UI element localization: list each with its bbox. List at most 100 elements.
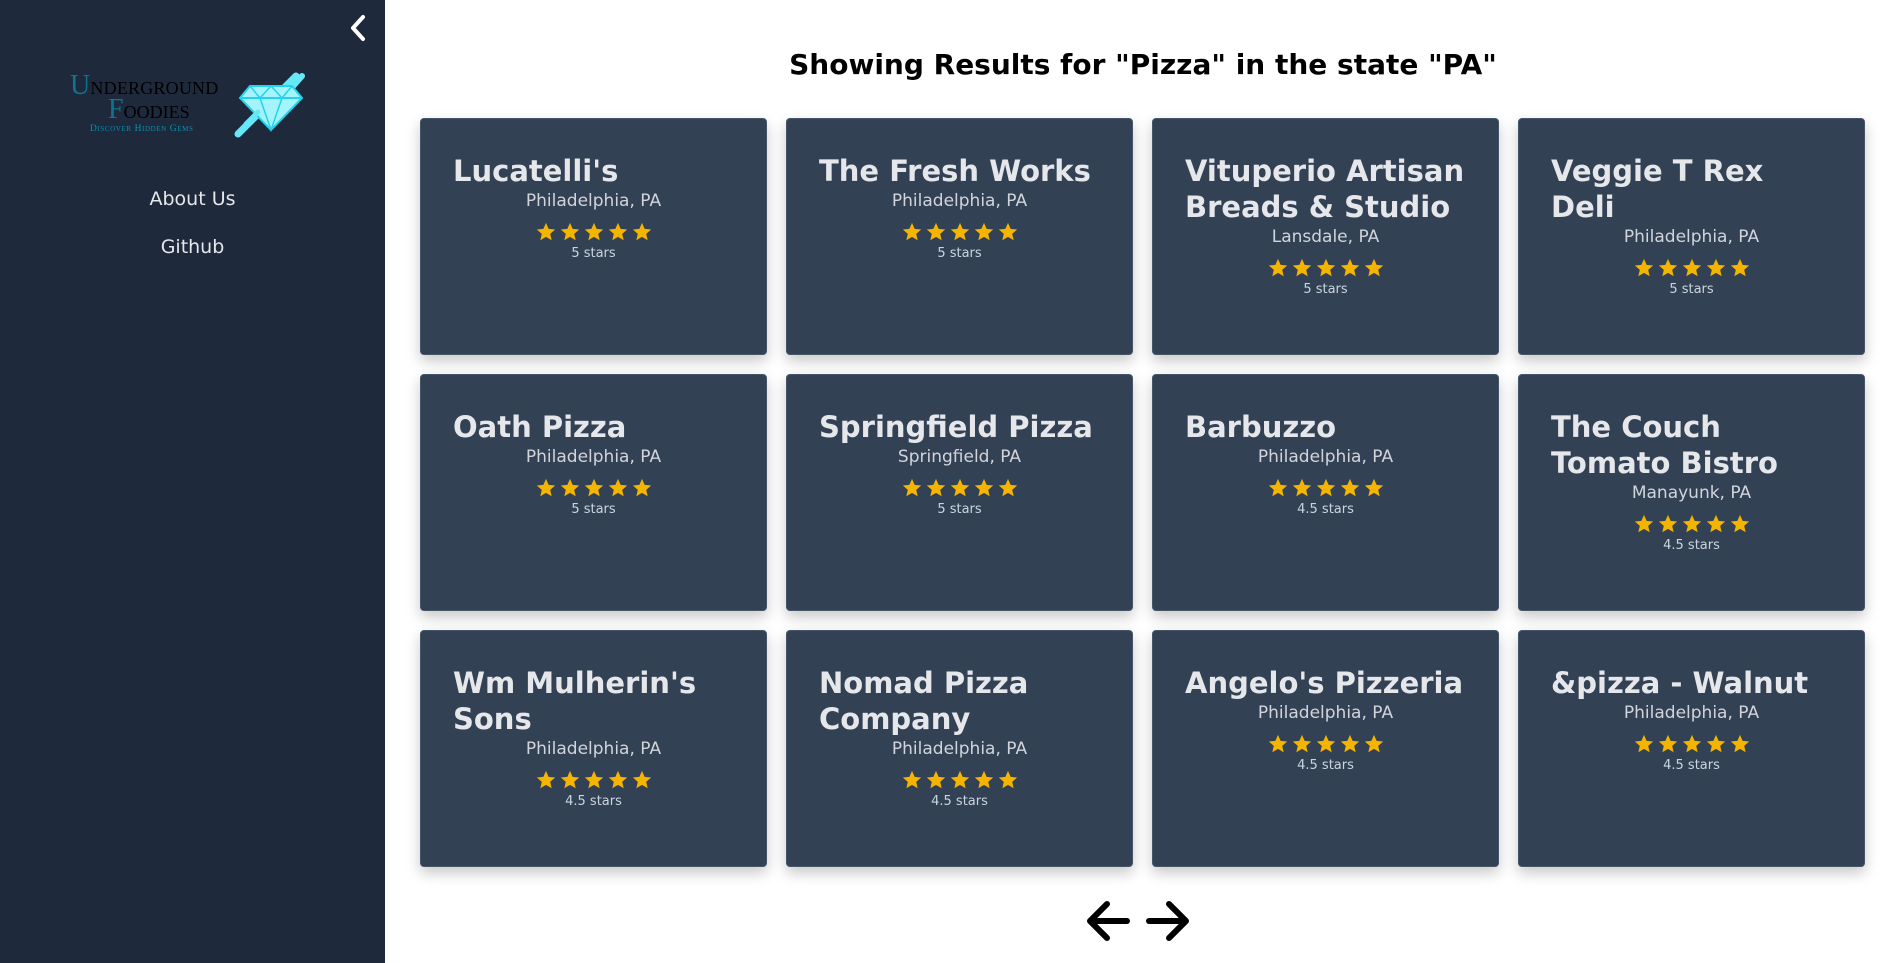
star-icon: [1340, 478, 1359, 497]
rating-label: 4.5 stars: [1297, 502, 1354, 517]
star-icon: [1364, 258, 1383, 277]
restaurant-location: Philadelphia, PA: [891, 739, 1028, 759]
restaurant-card[interactable]: Wm Mulherin's Sons Philadelphia, PA 4.5 st…: [420, 630, 767, 867]
star-icon: [1340, 258, 1359, 277]
restaurant-card[interactable]: Veggie T Rex Deli Philadelphia, PA 5 stars: [1518, 118, 1865, 355]
restaurant-card[interactable]: Oath Pizza Philadelphia, PA 5 stars: [420, 374, 767, 611]
restaurant-card[interactable]: The Couch Tomato Bistro Manayunk, PA 4.5 s…: [1518, 374, 1865, 611]
restaurant-location: Philadelphia, PA: [1623, 703, 1760, 723]
star-icon: [1706, 734, 1725, 753]
logo-line2-initial: F: [108, 94, 124, 125]
star-icon: [1316, 478, 1335, 497]
star-icon: [1316, 734, 1335, 753]
restaurant-card[interactable]: Nomad Pizza Company Philadelphia, PA 4.5 s…: [786, 630, 1133, 867]
star-icon: [1730, 258, 1749, 277]
star-icon: [1268, 734, 1287, 753]
star-icon: [632, 478, 651, 497]
rating-label: 4.5 stars: [565, 794, 622, 809]
logo-line1-initial: U: [70, 70, 91, 101]
star-icon: [1730, 514, 1749, 533]
star-icon: [560, 770, 579, 789]
star-icon: [926, 222, 945, 241]
star-icon: [974, 770, 993, 789]
star-icon: [536, 478, 555, 497]
star-rating: [1519, 513, 1864, 535]
rating-label: 5 stars: [1303, 282, 1348, 297]
star-icon: [1706, 514, 1725, 533]
star-icon: [1658, 258, 1677, 277]
star-icon: [1682, 734, 1701, 753]
star-icon: [1292, 478, 1311, 497]
star-icon: [902, 770, 921, 789]
star-rating: [1153, 257, 1498, 279]
star-icon: [926, 478, 945, 497]
star-icon: [926, 770, 945, 789]
star-icon: [608, 222, 627, 241]
restaurant-card[interactable]: Springfield Pizza Springfield, PA 5 stars: [786, 374, 1133, 611]
arrow-right-icon: [1146, 901, 1189, 941]
restaurant-name: Lucatelli's: [453, 154, 619, 188]
arrow-left-icon: [1087, 901, 1130, 941]
restaurant-name: Oath Pizza: [453, 410, 627, 444]
rating-label: 4.5 stars: [1297, 758, 1354, 773]
restaurant-location: Philadelphia, PA: [891, 191, 1028, 211]
star-icon: [608, 478, 627, 497]
restaurant-location: Philadelphia, PA: [1623, 227, 1760, 247]
star-icon: [536, 222, 555, 241]
restaurant-card[interactable]: Lucatelli's Philadelphia, PA 5 stars: [420, 118, 767, 355]
star-icon: [632, 222, 651, 241]
collapse-sidebar-button[interactable]: [343, 12, 373, 44]
restaurant-location: Philadelphia, PA: [1257, 447, 1394, 467]
logo[interactable]: UNDERGROUND FOODIES Discover Hidden Gems: [70, 66, 310, 142]
logo-line2-rest: OODIES: [123, 102, 190, 122]
star-icon: [632, 770, 651, 789]
restaurant-card[interactable]: The Fresh Works Philadelphia, PA 5 stars: [786, 118, 1133, 355]
restaurant-location: Philadelphia, PA: [525, 191, 662, 211]
star-icon: [902, 478, 921, 497]
restaurant-location: Philadelphia, PA: [525, 739, 662, 759]
star-rating: [421, 221, 766, 243]
star-icon: [560, 478, 579, 497]
star-icon: [584, 770, 603, 789]
star-icon: [950, 222, 969, 241]
rating-label: 5 stars: [937, 246, 982, 261]
pagination: [1085, 900, 1191, 946]
restaurant-name: Wm Mulherin's Sons: [453, 666, 697, 736]
restaurant-name: Veggie T Rex Deli: [1551, 154, 1764, 224]
rating-label: 5 stars: [571, 502, 616, 517]
star-rating: [1153, 733, 1498, 755]
star-icon: [1268, 258, 1287, 277]
star-icon: [1634, 734, 1653, 753]
star-icon: [1340, 734, 1359, 753]
restaurant-card[interactable]: Barbuzzo Philadelphia, PA 4.5 stars: [1152, 374, 1499, 611]
star-icon: [1658, 734, 1677, 753]
nav-link-about-us[interactable]: About Us: [0, 188, 385, 210]
star-rating: [787, 477, 1132, 499]
restaurant-card[interactable]: Angelo's Pizzeria Philadelphia, PA 4.5 sta…: [1152, 630, 1499, 867]
star-icon: [998, 478, 1017, 497]
next-page-button[interactable]: [1145, 900, 1191, 946]
rating-label: 4.5 stars: [1663, 538, 1720, 553]
restaurant-name: Nomad Pizza Company: [819, 666, 1029, 736]
star-icon: [950, 478, 969, 497]
restaurant-location: Lansdale, PA: [1271, 227, 1380, 247]
star-icon: [1682, 258, 1701, 277]
nav-link-github[interactable]: Github: [0, 236, 385, 258]
star-icon: [1292, 258, 1311, 277]
star-rating: [1153, 477, 1498, 499]
star-rating: [1519, 257, 1864, 279]
previous-page-button[interactable]: [1085, 900, 1131, 946]
restaurant-card[interactable]: &pizza - Walnut Philadelphia, PA 4.5 stars: [1518, 630, 1865, 867]
star-icon: [1292, 734, 1311, 753]
star-icon: [998, 770, 1017, 789]
rating-label: 5 stars: [1669, 282, 1714, 297]
restaurant-name: Springfield Pizza: [819, 410, 1093, 444]
star-icon: [584, 222, 603, 241]
rating-label: 5 stars: [937, 502, 982, 517]
star-icon: [1634, 258, 1653, 277]
star-rating: [421, 769, 766, 791]
restaurant-card[interactable]: Vituperio Artisan Breads & Studio Lansdal…: [1152, 118, 1499, 355]
star-icon: [1730, 734, 1749, 753]
star-rating: [787, 221, 1132, 243]
restaurant-location: Philadelphia, PA: [525, 447, 662, 467]
